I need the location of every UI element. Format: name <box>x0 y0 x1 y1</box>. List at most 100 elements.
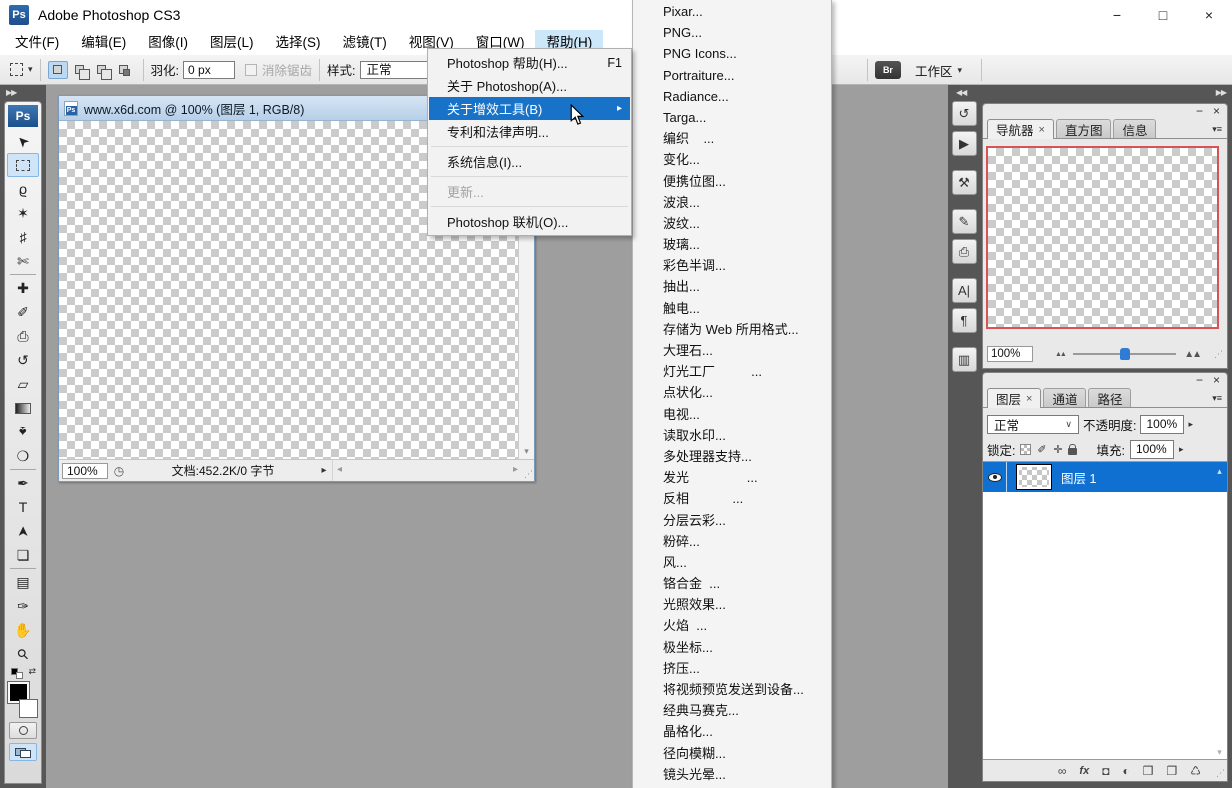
collapse-panels-icon[interactable]: ▶▶ <box>1216 88 1226 97</box>
plugin-menu-item-11[interactable]: 玻璃... <box>633 234 831 255</box>
scroll-up-icon[interactable]: ▴ <box>1217 466 1222 476</box>
plugin-menu-item-6[interactable]: 编织 ... <box>633 128 831 149</box>
feather-input[interactable]: 0 px <box>183 61 235 79</box>
plugin-menu-item-18[interactable]: 点状化... <box>633 382 831 403</box>
help-menu-item-0[interactable]: Photoshop 帮助(H)...F1 <box>429 51 630 74</box>
notes-tool[interactable]: ▤ <box>7 570 39 594</box>
screen-mode-button[interactable] <box>9 743 37 761</box>
plugin-menu-item-16[interactable]: 大理石... <box>633 340 831 361</box>
close-button[interactable]: × <box>1186 0 1232 30</box>
horizontal-scrollbar[interactable]: ◂ ▸ ⋰ <box>332 460 534 481</box>
blend-mode-dropdown[interactable]: 正常 ∨ <box>987 415 1079 434</box>
plugin-menu-item-0[interactable]: Pixar... <box>633 1 831 22</box>
delete-layer-icon[interactable]: ♺ <box>1190 764 1201 778</box>
actions-panel-icon[interactable]: ▶ <box>952 131 977 156</box>
plugin-menu-item-28[interactable]: 光照效果... <box>633 594 831 615</box>
navigator-tab-2[interactable]: 信息 <box>1113 119 1156 138</box>
menu-item-1[interactable]: 编辑(E) <box>70 30 137 55</box>
scroll-right-icon[interactable]: ▸ <box>513 464 518 475</box>
fill-field[interactable]: 100% <box>1130 440 1174 459</box>
menu-item-2[interactable]: 图像(I) <box>137 30 199 55</box>
layer-list-scrollbar[interactable]: ▴ ▾ <box>1213 462 1226 759</box>
layer-comps-panel-icon[interactable]: ▥ <box>952 347 977 372</box>
fill-slider-icon[interactable]: ▸ <box>1179 444 1184 455</box>
selection-mode-intersect-button[interactable] <box>114 61 134 79</box>
help-menu-item-5[interactable]: 更新... <box>429 180 630 203</box>
zoom-tool[interactable]: ⚲ <box>7 642 39 666</box>
move-tool[interactable]: ➤ <box>7 129 39 153</box>
plugin-menu-item-13[interactable]: 抽出... <box>633 276 831 297</box>
character-panel-icon[interactable]: A| <box>952 278 977 303</box>
navigator-tab-0[interactable]: 导航器× <box>987 119 1054 139</box>
shape-tool[interactable]: ❏ <box>7 543 39 567</box>
new-layer-icon[interactable]: ❐ <box>1166 764 1177 778</box>
plugin-menu-item-19[interactable]: 电视... <box>633 404 831 425</box>
tool-presets-panel-icon[interactable]: ⚒ <box>952 170 977 195</box>
brushes-panel-icon[interactable]: ✎ <box>952 209 977 234</box>
panel-minimize-icon[interactable]: − <box>1196 105 1203 118</box>
panel-menu-icon[interactable]: ▾≡ <box>1212 124 1222 135</box>
type-tool[interactable]: T <box>7 495 39 519</box>
navigator-zoom-slider[interactable] <box>1073 353 1176 355</box>
layers-tab-0[interactable]: 图层× <box>987 388 1041 408</box>
clone-source-panel-icon[interactable]: ⎙ <box>952 239 977 264</box>
panel-close-icon[interactable]: × <box>1213 374 1220 387</box>
navigator-zoom-field[interactable]: 100% <box>987 346 1033 362</box>
swap-colors-control[interactable]: ⇄ <box>7 666 39 680</box>
pen-tool[interactable]: ✒ <box>7 471 39 495</box>
antialias-checkbox[interactable] <box>245 64 257 76</box>
new-group-icon[interactable]: ❒ <box>1143 764 1154 778</box>
background-color-swatch[interactable] <box>19 699 38 718</box>
plugin-menu-item-23[interactable]: 反相 ... <box>633 488 831 509</box>
menu-item-0[interactable]: 文件(F) <box>4 30 70 55</box>
help-menu-item-1[interactable]: 关于 Photoshop(A)... <box>429 74 630 97</box>
plugin-menu-item-5[interactable]: Targa... <box>633 107 831 128</box>
plugin-menu-item-32[interactable]: 将视频预览发送到设备... <box>633 679 831 700</box>
paragraph-panel-icon[interactable]: ¶ <box>952 308 977 333</box>
tab-close-icon[interactable]: × <box>1026 393 1032 405</box>
tool-preset-button[interactable]: ▾ <box>10 63 33 76</box>
workspace-button[interactable]: 工作区 ▾ <box>915 61 962 80</box>
quick-mask-button[interactable] <box>9 722 37 739</box>
resize-grip[interactable]: ⋰ <box>1214 349 1223 360</box>
rect-marquee-tool[interactable] <box>7 153 39 177</box>
plugin-menu-item-3[interactable]: Portraiture... <box>633 65 831 86</box>
eraser-tool[interactable]: ▱ <box>7 372 39 396</box>
scroll-down-icon[interactable]: ▾ <box>519 446 534 457</box>
plugin-menu-item-26[interactable]: 风... <box>633 552 831 573</box>
plugin-menu-item-12[interactable]: 彩色半调... <box>633 255 831 276</box>
lock-pixels-icon[interactable]: ✐ <box>1036 443 1047 456</box>
layer-thumbnail[interactable] <box>1016 464 1052 490</box>
zoom-level-field[interactable]: 100% <box>62 463 108 479</box>
menu-item-3[interactable]: 图层(L) <box>199 30 265 55</box>
expand-panels-icon[interactable]: ◀◀ <box>956 88 966 97</box>
help-menu-item-4[interactable]: 系统信息(I)... <box>429 150 630 173</box>
plugin-menu-item-27[interactable]: 铬合金 ... <box>633 573 831 594</box>
history-panel-icon[interactable]: ↺ <box>952 101 977 126</box>
lock-position-icon[interactable]: ✛ <box>1052 443 1063 456</box>
plugin-menu-item-22[interactable]: 发光 ... <box>633 467 831 488</box>
panel-close-icon[interactable]: × <box>1213 105 1220 118</box>
scroll-down-icon[interactable]: ▾ <box>1213 747 1226 758</box>
plugin-menu-item-2[interactable]: PNG Icons... <box>633 43 831 64</box>
bridge-button[interactable]: Br <box>875 61 901 79</box>
plugin-menu-item-34[interactable]: 晶格化... <box>633 721 831 742</box>
selection-mode-subtract-button[interactable] <box>92 61 112 79</box>
plugin-menu-item-10[interactable]: 波纹... <box>633 213 831 234</box>
resize-grip[interactable]: ⋰ <box>524 469 533 480</box>
plugin-menu-item-21[interactable]: 多处理器支持... <box>633 446 831 467</box>
menu-item-4[interactable]: 选择(S) <box>265 30 332 55</box>
adjustment-layer-icon[interactable]: ◐ <box>1122 764 1129 778</box>
blur-tool[interactable]: ♠ <box>7 420 39 444</box>
plugin-menu-item-1[interactable]: PNG... <box>633 22 831 43</box>
selection-mode-add-button[interactable] <box>70 61 90 79</box>
eyedropper-tool[interactable]: ✑ <box>7 594 39 618</box>
plugin-menu-item-8[interactable]: 便携位图... <box>633 171 831 192</box>
visibility-cell[interactable] <box>983 462 1007 492</box>
plugin-menu-item-20[interactable]: 读取水印... <box>633 425 831 446</box>
plugin-menu-item-24[interactable]: 分层云彩... <box>633 510 831 531</box>
zoom-out-icon[interactable]: ▲▲ <box>1055 351 1065 358</box>
plugin-menu-item-14[interactable]: 触电... <box>633 298 831 319</box>
layer-row-selected[interactable]: 图层 1 <box>983 462 1227 492</box>
menu-item-5[interactable]: 滤镜(T) <box>332 30 398 55</box>
